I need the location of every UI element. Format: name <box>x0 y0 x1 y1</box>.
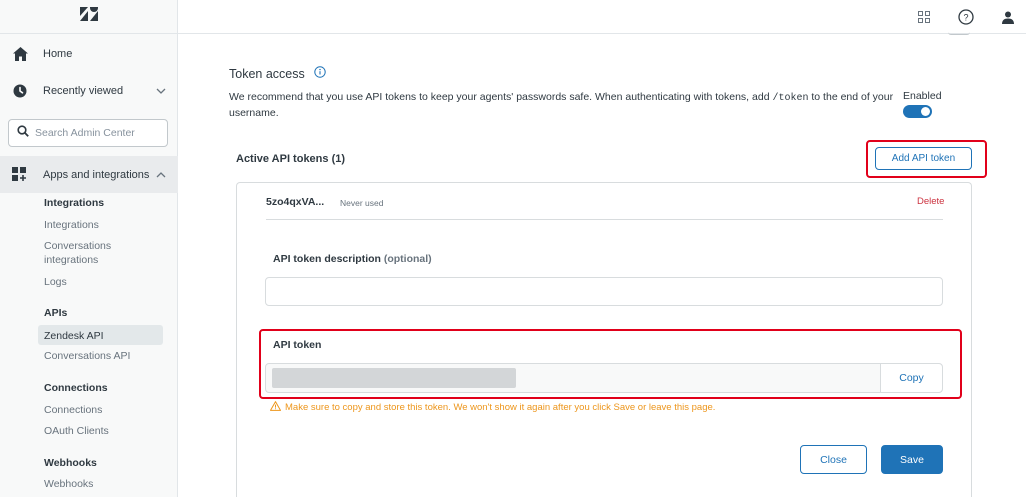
logo-area <box>0 0 177 34</box>
nav-apps-label: Apps and integrations <box>43 168 150 181</box>
description-label-text: API token description <box>273 253 381 265</box>
info-icon[interactable] <box>314 66 326 81</box>
user-profile-icon[interactable] <box>999 8 1017 26</box>
warning-text: Make sure to copy and store this token. … <box>285 402 716 413</box>
token-access-toggle[interactable] <box>903 105 932 118</box>
sidebar-item-conversations-api[interactable]: Conversations API <box>44 349 130 363</box>
save-button[interactable]: Save <box>881 445 943 474</box>
sidebar-item-conversations-integrations[interactable]: Conversations integrations <box>44 239 144 267</box>
group-heading-connections: Connections <box>44 382 108 394</box>
api-token-label: API token <box>273 339 322 351</box>
group-heading-webhooks: Webhooks <box>44 457 97 469</box>
top-bar <box>178 0 1026 34</box>
search-input[interactable] <box>35 127 165 139</box>
sidebar-item-logs[interactable]: Logs <box>44 275 67 289</box>
help-icon[interactable]: ? <box>957 8 975 26</box>
group-heading-apis: APIs <box>44 307 68 319</box>
home-icon <box>12 46 28 62</box>
token-warning: Make sure to copy and store this token. … <box>270 401 715 414</box>
optional-tag: (optional) <box>383 253 432 265</box>
add-api-token-button[interactable]: Add API token <box>875 147 972 170</box>
section-title: Token access <box>229 66 326 81</box>
apps-grid-icon <box>12 166 28 183</box>
scroll-indicator <box>948 31 970 35</box>
clock-icon <box>12 83 28 99</box>
group-heading-integrations: Integrations <box>44 197 105 209</box>
svg-text:?: ? <box>963 13 968 23</box>
description-text-1: We recommend that you use API tokens to … <box>229 91 773 103</box>
nav-recently-viewed-label: Recently viewed <box>43 85 124 97</box>
close-button[interactable]: Close <box>800 445 867 474</box>
zendesk-logo-icon[interactable] <box>79 7 98 26</box>
active-tokens-title: Active API tokens (1) <box>236 153 346 165</box>
sidebar-item-webhooks[interactable]: Webhooks <box>44 477 93 491</box>
sidebar-item-zendesk-api[interactable]: Zendesk API <box>44 329 104 343</box>
nav-apps-and-integrations[interactable]: Apps and integrations <box>0 156 178 193</box>
search-icon <box>17 124 29 142</box>
toggle-knob <box>921 107 930 116</box>
delete-token-link[interactable]: Delete <box>917 196 944 207</box>
api-token-value-masked[interactable] <box>272 368 516 388</box>
nav-recently-viewed[interactable]: Recently viewed <box>0 81 178 101</box>
nav-home-label: Home <box>43 48 73 60</box>
card-divider <box>266 219 943 220</box>
warning-icon <box>270 401 281 414</box>
sidebar-item-connections[interactable]: Connections <box>44 403 102 417</box>
sidebar-search[interactable] <box>8 119 168 147</box>
description-code: /token <box>772 93 809 104</box>
products-grid-icon[interactable] <box>915 8 933 26</box>
nav-home[interactable]: Home <box>0 44 178 64</box>
chevron-up-icon <box>156 169 166 181</box>
token-name: 5zo4qxVA... <box>266 196 325 208</box>
sidebar-item-oauth-clients[interactable]: OAuth Clients <box>44 424 109 438</box>
token-description-input[interactable] <box>265 277 943 306</box>
enabled-label: Enabled <box>903 90 942 102</box>
sidebar-item-integrations[interactable]: Integrations <box>44 218 99 232</box>
token-usage: Never used <box>340 198 384 208</box>
chevron-down-icon <box>156 85 166 97</box>
description-field-label: API token description (optional) <box>273 253 432 265</box>
section-title-text: Token access <box>229 66 305 81</box>
token-access-description: We recommend that you use API tokens to … <box>229 90 894 120</box>
copy-token-button[interactable]: Copy <box>880 364 942 392</box>
